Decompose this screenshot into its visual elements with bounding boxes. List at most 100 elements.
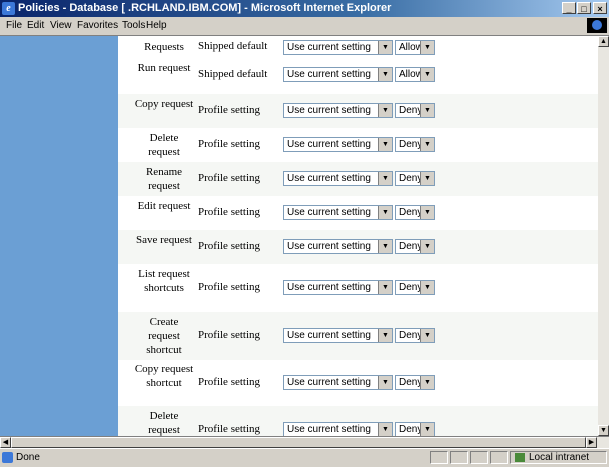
setting-dropdown[interactable]: Use current setting ▼ xyxy=(283,103,393,118)
menu-view[interactable]: View xyxy=(50,20,72,31)
status-text: Done xyxy=(16,452,40,463)
status-bar: Done Local intranet xyxy=(0,448,609,467)
policy-row: Create request shortcut Profile setting … xyxy=(118,312,598,360)
chevron-down-icon: ▼ xyxy=(420,240,434,253)
setting-value: Use current setting xyxy=(287,330,371,341)
setting-dropdown[interactable]: Use current setting ▼ xyxy=(283,205,393,220)
setting-dropdown[interactable]: Use current setting ▼ xyxy=(283,422,393,436)
menu-tools[interactable]: Tools xyxy=(122,20,145,31)
setting-dropdown[interactable]: Use current setting ▼ xyxy=(283,40,393,55)
chevron-down-icon: ▼ xyxy=(420,104,434,117)
policy-name: Save request xyxy=(136,234,192,246)
scroll-right-icon[interactable]: ▶ xyxy=(586,437,597,448)
chevron-down-icon: ▼ xyxy=(378,423,392,436)
chevron-down-icon: ▼ xyxy=(378,172,392,185)
policy-source: Shipped default xyxy=(198,40,268,52)
chevron-down-icon: ▼ xyxy=(420,376,434,389)
policy-source: Profile setting xyxy=(198,138,261,150)
policy-name: Delete request xyxy=(148,410,180,436)
permission-dropdown[interactable]: Deny ▼ xyxy=(395,239,435,254)
setting-value: Use current setting xyxy=(287,207,371,218)
chevron-down-icon: ▼ xyxy=(378,376,392,389)
policy-source: Profile setting xyxy=(198,423,261,435)
permission-dropdown[interactable]: Deny ▼ xyxy=(395,137,435,152)
permission-dropdown[interactable]: Deny ▼ xyxy=(395,171,435,186)
chevron-down-icon: ▼ xyxy=(378,206,392,219)
permission-dropdown[interactable]: Allow ▼ xyxy=(395,67,435,82)
setting-value: Use current setting xyxy=(287,282,371,293)
setting-value: Use current setting xyxy=(287,69,371,80)
permission-value: Deny xyxy=(399,330,423,341)
policy-source: Profile setting xyxy=(198,240,261,252)
title-bar: e Policies - Database [ .RCHLAND.IBM.COM… xyxy=(0,0,609,17)
permission-dropdown[interactable]: Deny ▼ xyxy=(395,280,435,295)
scroll-down-icon[interactable]: ▼ xyxy=(598,425,609,436)
scroll-thumb[interactable] xyxy=(11,437,586,448)
close-button[interactable]: × xyxy=(593,2,607,14)
permission-value: Deny xyxy=(399,105,423,116)
permission-value: Deny xyxy=(399,139,423,150)
permission-dropdown[interactable]: Allow ▼ xyxy=(395,40,435,55)
chevron-down-icon: ▼ xyxy=(420,138,434,151)
policy-row: Delete request Profile setting Use curre… xyxy=(118,406,598,436)
menu-help[interactable]: Help xyxy=(146,20,167,31)
minimize-button[interactable]: _ xyxy=(562,2,576,14)
chevron-down-icon: ▼ xyxy=(378,68,392,81)
menu-file[interactable]: File xyxy=(6,20,22,31)
setting-dropdown[interactable]: Use current setting ▼ xyxy=(283,137,393,152)
horizontal-scrollbar[interactable]: ◀ ▶ xyxy=(0,436,609,448)
policy-row: Copy request Profile setting Use current… xyxy=(118,94,598,128)
permission-value: Deny xyxy=(399,282,423,293)
chevron-down-icon: ▼ xyxy=(420,281,434,294)
permission-value: Deny xyxy=(399,207,423,218)
permission-dropdown[interactable]: Deny ▼ xyxy=(395,422,435,436)
policy-row: Edit request Profile setting Use current… xyxy=(118,196,598,230)
chevron-down-icon: ▼ xyxy=(378,104,392,117)
setting-dropdown[interactable]: Use current setting ▼ xyxy=(283,239,393,254)
maximize-button[interactable]: □ xyxy=(577,2,591,14)
vertical-scrollbar[interactable]: ▲ ▼ xyxy=(598,36,609,436)
status-segment xyxy=(490,451,508,464)
zone-label: Local intranet xyxy=(529,452,590,463)
window-title: Policies - Database [ .RCHLAND.IBM.COM] … xyxy=(18,2,392,14)
security-zone: Local intranet xyxy=(510,451,607,464)
permission-value: Deny xyxy=(399,173,423,184)
setting-value: Use current setting xyxy=(287,173,371,184)
internet-explorer-icon: e xyxy=(2,2,15,15)
permission-value: Deny xyxy=(399,241,423,252)
setting-dropdown[interactable]: Use current setting ▼ xyxy=(283,67,393,82)
policy-name: List request shortcuts xyxy=(138,268,190,294)
permission-value: Deny xyxy=(399,377,423,388)
policy-row: Rename request Profile setting Use curre… xyxy=(118,162,598,196)
policy-source: Profile setting xyxy=(198,329,261,341)
status-segment xyxy=(430,451,448,464)
policy-row: Save request Profile setting Use current… xyxy=(118,230,598,264)
policy-row: Run request Shipped default Use current … xyxy=(118,56,598,94)
permission-dropdown[interactable]: Deny ▼ xyxy=(395,205,435,220)
policy-source: Profile setting xyxy=(198,206,261,218)
scroll-left-icon[interactable]: ◀ xyxy=(0,437,11,448)
chevron-down-icon: ▼ xyxy=(378,240,392,253)
policy-name: Run request xyxy=(137,62,191,74)
menu-edit[interactable]: Edit xyxy=(27,20,44,31)
policy-row: Copy request shortcut Profile setting Us… xyxy=(118,360,598,406)
policy-source: Profile setting xyxy=(198,376,261,388)
policy-row: List request shortcuts Profile setting U… xyxy=(118,264,598,312)
policy-name: Copy request xyxy=(134,98,194,110)
scroll-up-icon[interactable]: ▲ xyxy=(598,36,609,47)
setting-dropdown[interactable]: Use current setting ▼ xyxy=(283,375,393,390)
chevron-down-icon: ▼ xyxy=(420,329,434,342)
setting-dropdown[interactable]: Use current setting ▼ xyxy=(283,280,393,295)
setting-dropdown[interactable]: Use current setting ▼ xyxy=(283,328,393,343)
policy-name: Edit request xyxy=(137,200,191,212)
permission-dropdown[interactable]: Deny ▼ xyxy=(395,103,435,118)
setting-value: Use current setting xyxy=(287,105,371,116)
policy-name: Requests xyxy=(144,41,184,53)
permission-dropdown[interactable]: Deny ▼ xyxy=(395,328,435,343)
permission-value: Deny xyxy=(399,424,423,435)
setting-dropdown[interactable]: Use current setting ▼ xyxy=(283,171,393,186)
policy-source: Profile setting xyxy=(198,172,261,184)
menu-favorites[interactable]: Favorites xyxy=(77,20,118,31)
page-content: Requests Shipped default Use current set… xyxy=(0,36,598,436)
permission-dropdown[interactable]: Deny ▼ xyxy=(395,375,435,390)
